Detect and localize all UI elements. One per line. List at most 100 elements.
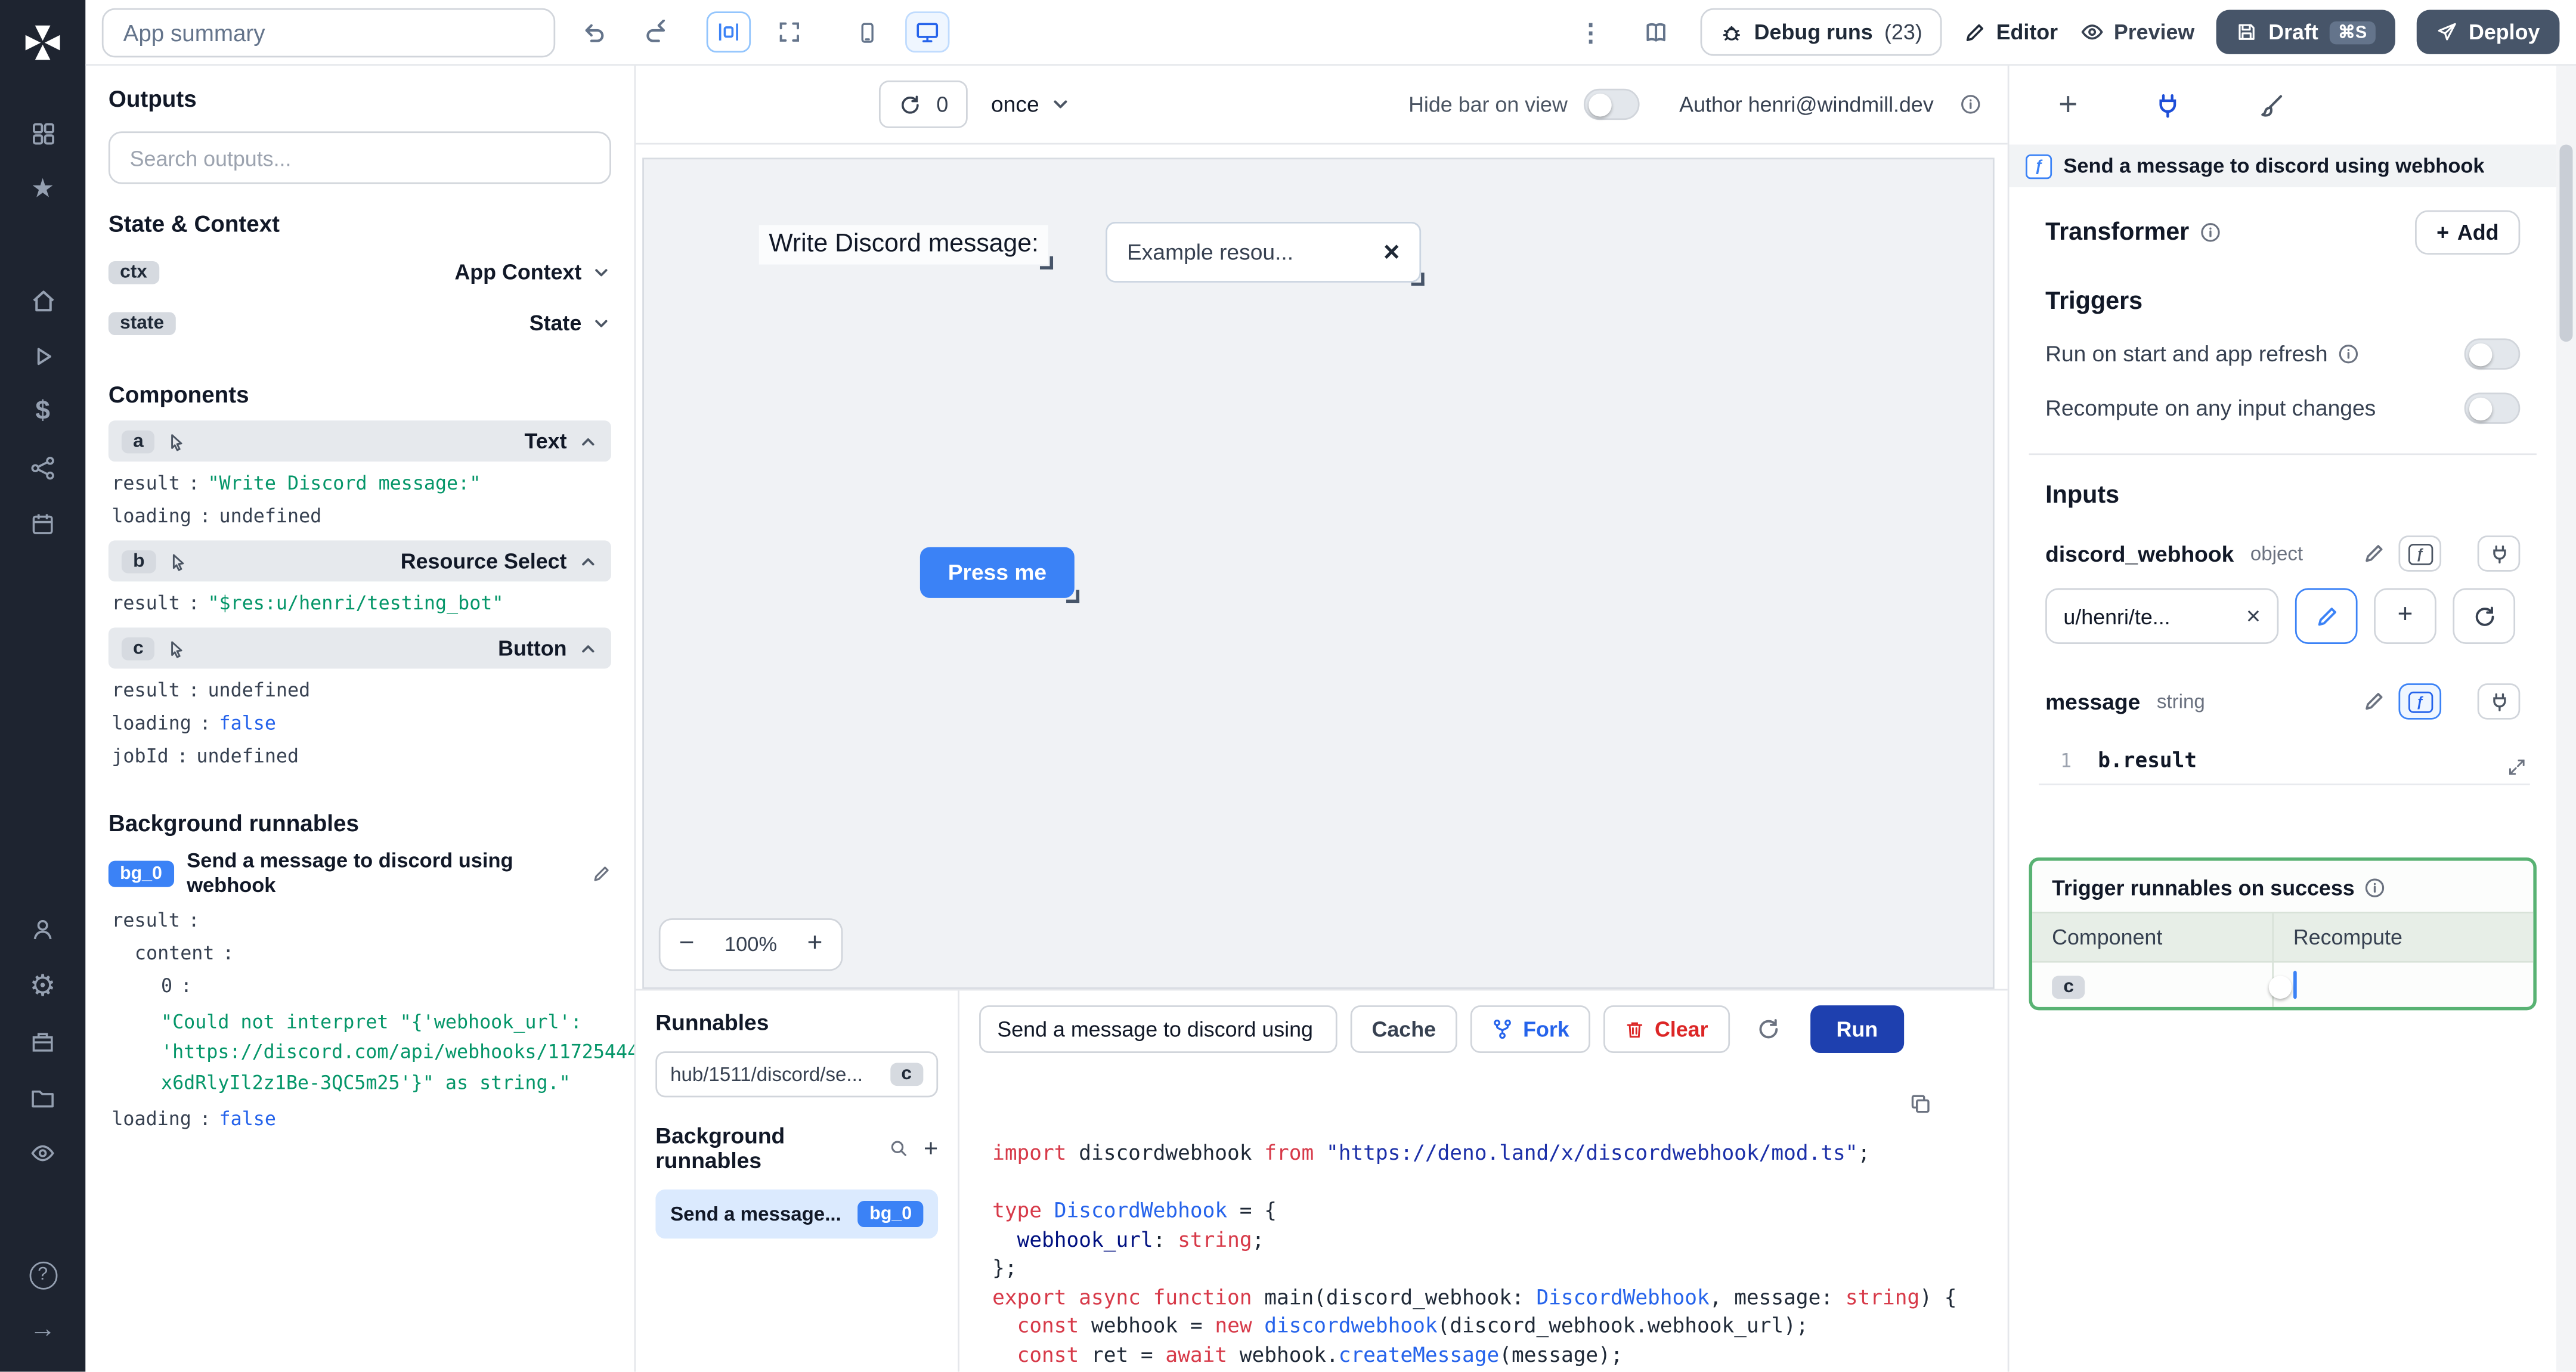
info-icon[interactable] bbox=[2199, 222, 2221, 243]
zoom-in-button[interactable]: + bbox=[788, 920, 841, 970]
app-canvas[interactable]: Write Discord message: Example resou... … bbox=[642, 157, 1995, 989]
info-icon[interactable] bbox=[2364, 877, 2386, 899]
refresh-count: 0 bbox=[936, 92, 949, 117]
expand-editor-icon[interactable] bbox=[2507, 757, 2527, 777]
connect-input-icon[interactable] bbox=[2477, 535, 2521, 572]
undo-icon[interactable] bbox=[572, 11, 616, 52]
chevron-up-icon[interactable] bbox=[578, 431, 598, 451]
run-on-start-label: Run on start and app refresh bbox=[2045, 342, 2328, 367]
background-runnable-row[interactable]: bg_0 Send a message to discord using web… bbox=[108, 849, 611, 899]
debug-runs-button[interactable]: Debug runs (23) bbox=[1699, 8, 1942, 56]
run-on-start-toggle[interactable] bbox=[2464, 338, 2521, 370]
eye-icon[interactable] bbox=[13, 1125, 72, 1181]
connect-input-icon[interactable] bbox=[2477, 683, 2521, 720]
fork-button[interactable]: Fork bbox=[1470, 1005, 1591, 1054]
fork-icon bbox=[1492, 1018, 1513, 1040]
windmill-logo-icon[interactable] bbox=[20, 20, 66, 66]
info-icon[interactable] bbox=[1960, 94, 1981, 115]
dollar-icon[interactable]: $ bbox=[13, 385, 72, 441]
background-runnable-item[interactable]: Send a message... bg_0 bbox=[655, 1189, 939, 1239]
hide-bar-toggle[interactable] bbox=[1584, 88, 1640, 120]
apps-icon[interactable] bbox=[13, 105, 72, 161]
user-icon[interactable] bbox=[13, 902, 72, 958]
chevron-down-icon[interactable] bbox=[592, 262, 611, 281]
add-resource-button[interactable]: + bbox=[2374, 588, 2436, 644]
pencil-icon[interactable] bbox=[2363, 542, 2386, 565]
runnable-component-chip: c bbox=[890, 1063, 924, 1086]
state-row[interactable]: state State bbox=[108, 298, 611, 348]
expression-mode-icon[interactable]: ƒ bbox=[2398, 683, 2442, 720]
copy-code-icon[interactable] bbox=[1909, 1092, 1932, 1116]
page-scrollbar[interactable] bbox=[2556, 66, 2576, 1372]
graph-icon[interactable] bbox=[13, 440, 72, 496]
folder-icon[interactable] bbox=[13, 1070, 72, 1126]
expression-mode-icon[interactable]: ƒ bbox=[2398, 535, 2442, 572]
align-components-icon[interactable] bbox=[706, 11, 751, 53]
component-row-c[interactable]: c Button bbox=[108, 627, 611, 669]
kebab-menu-icon[interactable]: ⋮ bbox=[1568, 11, 1612, 52]
insert-component-tab[interactable]: + bbox=[2058, 86, 2077, 124]
resize-handle[interactable] bbox=[1066, 590, 1080, 603]
add-transformer-button[interactable]: + Add bbox=[2415, 210, 2521, 255]
component-row-b[interactable]: b Resource Select bbox=[108, 540, 611, 582]
scrollbar-thumb[interactable] bbox=[2559, 144, 2573, 342]
editor-tab[interactable]: Editor bbox=[1964, 20, 2058, 44]
preview-tab[interactable]: Preview bbox=[2079, 20, 2194, 44]
refresh-icon[interactable] bbox=[1755, 1017, 1780, 1041]
add-background-runnable-button[interactable]: + bbox=[924, 1134, 938, 1162]
chevron-down-icon[interactable] bbox=[592, 313, 611, 333]
press-me-button[interactable]: Press me bbox=[919, 547, 1080, 603]
text-component[interactable]: Write Discord message: bbox=[758, 225, 1054, 270]
deploy-button[interactable]: Deploy bbox=[2416, 10, 2560, 54]
zoom-out-button[interactable]: − bbox=[661, 920, 713, 970]
docs-book-icon[interactable] bbox=[1634, 11, 1679, 52]
fullscreen-icon[interactable] bbox=[767, 11, 812, 52]
app-summary-input[interactable] bbox=[101, 7, 556, 57]
cache-button[interactable]: Cache bbox=[1350, 1005, 1457, 1054]
star-icon[interactable]: ★ bbox=[13, 161, 72, 217]
code-editor[interactable]: import discordwebhook from "https://deno… bbox=[959, 1068, 2008, 1372]
line-number: 1 bbox=[2060, 748, 2072, 772]
pencil-icon[interactable] bbox=[2363, 690, 2386, 713]
desktop-view-icon[interactable] bbox=[905, 11, 950, 53]
component-row-a[interactable]: a Text bbox=[108, 420, 611, 462]
chevron-up-icon[interactable] bbox=[578, 551, 598, 571]
help-icon[interactable]: ? bbox=[13, 1247, 72, 1303]
mobile-view-icon[interactable] bbox=[844, 11, 888, 52]
recompute-toggle[interactable] bbox=[2268, 971, 2297, 999]
play-icon[interactable] bbox=[13, 329, 72, 385]
draft-button[interactable]: Draft ⌘S bbox=[2216, 10, 2395, 54]
collapse-sidebar-icon[interactable]: → bbox=[13, 1303, 72, 1359]
refresh-count-button[interactable]: 0 bbox=[878, 80, 968, 128]
resize-handle[interactable] bbox=[1411, 272, 1425, 286]
ctx-row[interactable]: ctx App Context bbox=[108, 246, 611, 297]
resize-handle[interactable] bbox=[1040, 256, 1054, 270]
script-title-input[interactable]: Send a message to discord using bbox=[979, 1005, 1337, 1054]
home-icon[interactable] bbox=[13, 272, 72, 329]
divider bbox=[2029, 453, 2537, 456]
runnable-item[interactable]: hub/1511/discord/se... c bbox=[655, 1051, 939, 1098]
connections-tab[interactable] bbox=[2153, 91, 2181, 119]
clear-selection-icon[interactable]: × bbox=[1383, 236, 1400, 268]
resource-value-input[interactable]: u/henri/te... × bbox=[2045, 588, 2279, 644]
redo-icon[interactable] bbox=[633, 11, 677, 52]
chevron-up-icon[interactable] bbox=[578, 638, 598, 658]
run-button[interactable]: Run bbox=[1810, 1005, 1905, 1054]
gear-icon[interactable]: ⚙ bbox=[13, 958, 72, 1014]
recompute-on-change-toggle[interactable] bbox=[2464, 392, 2521, 424]
clear-button[interactable]: Clear bbox=[1603, 1005, 1730, 1054]
info-icon[interactable] bbox=[2337, 343, 2359, 365]
style-tab[interactable] bbox=[2257, 91, 2285, 119]
expression-editor[interactable]: 1 b.result bbox=[2039, 736, 2530, 785]
resource-select-component[interactable]: Example resou... × bbox=[1106, 221, 1425, 286]
search-icon[interactable] bbox=[889, 1138, 909, 1158]
frequency-dropdown[interactable]: once bbox=[991, 92, 1070, 117]
outputs-title: Outputs bbox=[108, 85, 197, 112]
clear-resource-icon[interactable]: × bbox=[2246, 602, 2261, 630]
refresh-resource-button[interactable] bbox=[2453, 588, 2516, 644]
pencil-icon[interactable] bbox=[592, 864, 611, 884]
edit-resource-button[interactable] bbox=[2295, 588, 2358, 644]
search-outputs-input[interactable] bbox=[108, 131, 611, 184]
toolbox-icon[interactable] bbox=[13, 1014, 72, 1070]
calendar-icon[interactable] bbox=[13, 496, 72, 552]
